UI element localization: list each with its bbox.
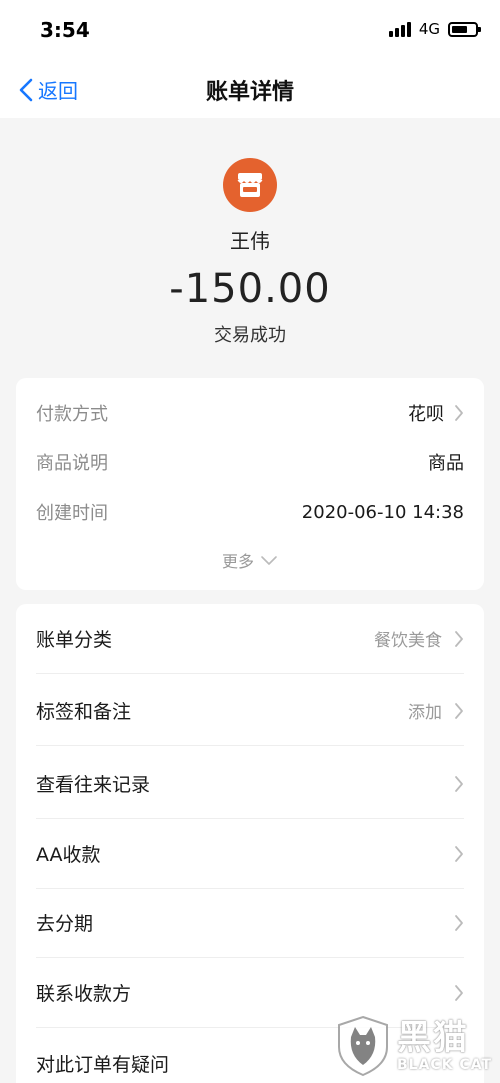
merchant-avatar — [223, 158, 277, 212]
product-desc-value: 商品 — [428, 453, 464, 474]
contact-payee-label: 联系收款方 — [36, 983, 132, 1005]
tags-notes-value: 添加 — [408, 703, 442, 723]
watermark: 黑猫 BLACK CAT — [335, 1015, 492, 1077]
payment-method-value: 花呗 — [408, 404, 444, 425]
transaction-summary: 王伟 -150.00 交易成功 — [0, 118, 500, 378]
transaction-amount: -150.00 — [169, 266, 331, 312]
product-desc-label: 商品说明 — [36, 453, 108, 474]
nav-bar: 返回 账单详情 — [0, 60, 500, 118]
header-area: 3:54 4G 返回 账单详情 — [0, 0, 500, 118]
installment-label: 去分期 — [36, 913, 94, 935]
chevron-right-icon — [455, 630, 463, 647]
aa-collect-label: AA收款 — [36, 844, 101, 866]
chevron-right-icon — [455, 845, 463, 862]
chevron-right-icon — [455, 775, 463, 792]
signal-icon — [388, 21, 411, 37]
chevron-right-icon — [455, 702, 463, 719]
status-time: 3:54 — [40, 18, 90, 42]
bill-category-label: 账单分类 — [36, 629, 113, 651]
tags-notes-row[interactable]: 标签和备注 添加 — [36, 676, 464, 746]
created-time-row: 创建时间 2020-06-10 14:38 — [36, 497, 464, 527]
payment-method-label: 付款方式 — [36, 404, 108, 425]
bill-category-value: 餐饮美食 — [374, 631, 442, 651]
created-time-label: 创建时间 — [36, 503, 108, 524]
watermark-cn: 黑猫 — [397, 1018, 469, 1058]
product-desc-row: 商品说明 商品 — [36, 447, 464, 477]
actions-card: 账单分类 餐饮美食 标签和备注 添加 查看往来记录 AA收款 去分期 联系收款方 — [16, 604, 484, 1083]
history-label: 查看往来记录 — [36, 774, 151, 796]
installment-row[interactable]: 去分期 — [36, 888, 464, 958]
shop-icon — [237, 173, 263, 197]
chevron-right-icon — [455, 914, 463, 931]
black-cat-logo-icon — [338, 1015, 388, 1077]
status-bar: 3:54 4G — [0, 0, 500, 60]
chevron-right-icon — [455, 405, 463, 421]
details-card: 付款方式 花呗 商品说明 商品 创建时间 2020-06-10 14:38 更多 — [16, 378, 484, 590]
chevron-down-icon — [261, 556, 277, 565]
chevron-right-icon — [455, 984, 463, 1001]
more-button[interactable]: 更多 — [16, 548, 484, 572]
created-time-value: 2020-06-10 14:38 — [301, 501, 464, 523]
more-label: 更多 — [221, 552, 254, 571]
status-indicators: 4G — [388, 20, 481, 38]
merchant-name: 王伟 — [230, 229, 270, 253]
transaction-status: 交易成功 — [214, 325, 286, 346]
payment-method-row[interactable]: 付款方式 花呗 — [36, 398, 464, 428]
order-question-label: 对此订单有疑问 — [36, 1053, 170, 1076]
watermark-en: BLACK CAT — [397, 1057, 492, 1073]
bill-category-row[interactable]: 账单分类 餐饮美食 — [36, 604, 464, 674]
battery-icon — [448, 21, 481, 37]
page-title: 账单详情 — [205, 80, 294, 105]
aa-collect-row[interactable]: AA收款 — [36, 819, 464, 889]
network-type: 4G — [418, 20, 440, 38]
history-row[interactable]: 查看往来记录 — [36, 749, 464, 819]
tags-notes-label: 标签和备注 — [36, 701, 132, 723]
